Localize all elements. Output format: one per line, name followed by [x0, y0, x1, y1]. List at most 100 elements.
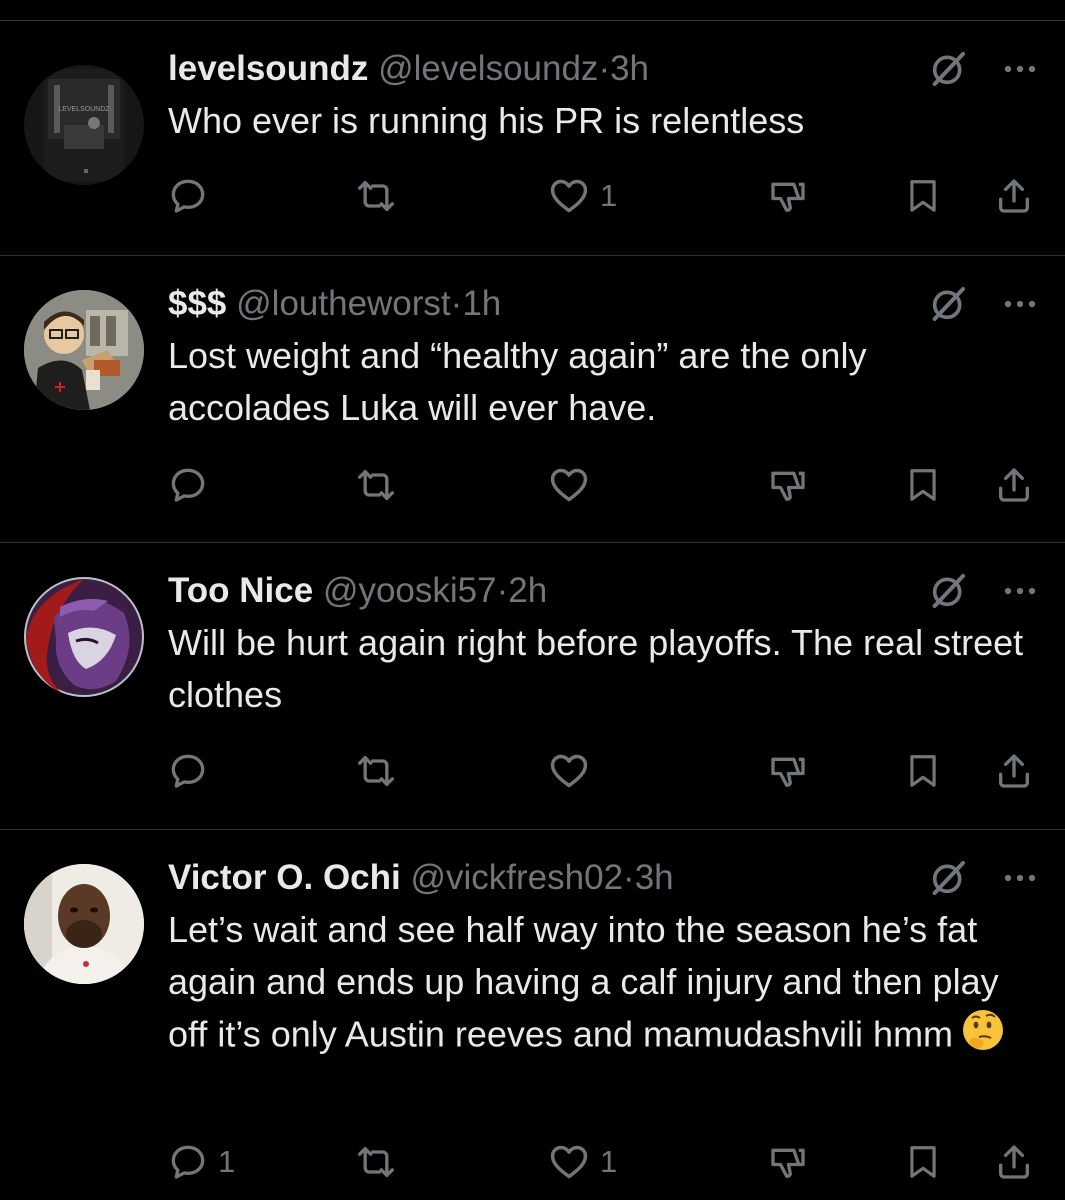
share-button[interactable] — [994, 741, 1034, 801]
tweet-text: Let’s wait and see half way into the sea… — [168, 904, 1038, 1066]
repost-icon — [356, 751, 396, 791]
repost-button[interactable] — [356, 1132, 396, 1192]
bookmark-icon — [904, 177, 942, 215]
tweet[interactable]: Too Nice @yooski57·2h Will be hurt again… — [0, 543, 1065, 829]
share-button[interactable] — [994, 1132, 1034, 1192]
bookmark-button[interactable] — [904, 166, 942, 226]
like-button[interactable]: 1 — [548, 1132, 617, 1192]
tweet-text-body: Let’s wait and see half way into the sea… — [168, 909, 999, 1055]
more-icon[interactable] — [1002, 51, 1038, 87]
repost-button[interactable] — [356, 455, 396, 515]
bookmark-button[interactable] — [904, 1132, 942, 1192]
reply-icon — [168, 465, 208, 505]
reply-button[interactable] — [168, 741, 218, 801]
tweet-header: Too Nice @yooski57·2h — [168, 567, 1038, 615]
repost-icon — [356, 1142, 396, 1182]
display-name[interactable]: Too Nice — [168, 571, 313, 610]
dislike-icon — [768, 176, 808, 216]
display-name[interactable]: $$$ — [168, 284, 226, 323]
display-name[interactable]: Victor O. Ochi — [168, 858, 401, 897]
reply-icon — [168, 751, 208, 791]
avatar[interactable] — [24, 290, 144, 410]
share-icon — [994, 465, 1034, 505]
avatar[interactable]: LEVELSOUNDZ — [24, 65, 144, 185]
tweet-text: Will be hurt again right before playoffs… — [168, 622, 1024, 715]
reply-button[interactable]: 1 — [168, 1132, 235, 1192]
more-icon[interactable] — [1002, 860, 1038, 896]
header-icons — [928, 854, 1038, 902]
avatar[interactable] — [24, 864, 144, 984]
reply-icon — [168, 1142, 208, 1182]
tweet-content: Victor O. Ochi @vickfresh02·3h Let’s wai… — [168, 854, 1038, 1066]
dislike-button[interactable] — [768, 166, 808, 226]
more-icon[interactable] — [1002, 573, 1038, 609]
tweet-actions: 1 — [168, 166, 1038, 226]
repost-button[interactable] — [356, 166, 396, 226]
user-handle[interactable]: @yooski57 — [323, 571, 497, 610]
grok-icon[interactable] — [928, 49, 968, 89]
user-handle[interactable]: @vickfresh02 — [410, 858, 623, 897]
reply-button[interactable] — [168, 455, 218, 515]
tweet-actions — [168, 741, 1038, 801]
share-icon — [994, 751, 1034, 791]
bookmark-button[interactable] — [904, 455, 942, 515]
like-button[interactable] — [548, 455, 600, 515]
dislike-icon — [768, 751, 808, 791]
tweet-content: $$$ @loutheworst·1h Lost weight and “hea… — [168, 280, 1038, 434]
reply-count: 1 — [218, 1144, 236, 1179]
bookmark-icon — [904, 1143, 942, 1181]
avatar-logo-text: LEVELSOUNDZ — [58, 106, 110, 113]
share-button[interactable] — [994, 455, 1034, 515]
dislike-icon — [768, 1142, 808, 1182]
tweet-actions — [168, 455, 1038, 515]
like-button[interactable]: 1 — [548, 166, 617, 226]
like-count: 1 — [600, 1144, 618, 1179]
like-count: 1 — [600, 178, 618, 213]
user-handle[interactable]: @loutheworst — [236, 284, 451, 323]
tweet-header: $$$ @loutheworst·1h — [168, 280, 1038, 328]
tweet-actions: 1 1 — [168, 1132, 1038, 1192]
tweet-text: Lost weight and “healthy again” are the … — [168, 335, 867, 428]
tweet[interactable]: LEVELSOUNDZ levelsoundz @levelsoundz·3h … — [0, 21, 1065, 255]
dislike-button[interactable] — [768, 1132, 808, 1192]
bookmark-button[interactable] — [904, 741, 942, 801]
header-icons — [928, 45, 1038, 93]
timestamp[interactable]: 1h — [462, 284, 501, 323]
separator-dot: · — [623, 858, 635, 897]
tweet-content: levelsoundz @levelsoundz·3h Who ever is … — [168, 45, 1038, 147]
tweet-text: Who ever is running his PR is relentless — [168, 100, 805, 141]
thinking-face-emoji — [961, 1008, 1005, 1066]
tweet[interactable]: Victor O. Ochi @vickfresh02·3h Let’s wai… — [0, 830, 1065, 1200]
reply-feed: LEVELSOUNDZ levelsoundz @levelsoundz·3h … — [0, 0, 1065, 1200]
tweet[interactable]: $$$ @loutheworst·1h Lost weight and “hea… — [0, 256, 1065, 542]
like-icon — [548, 750, 590, 792]
like-button[interactable] — [548, 741, 600, 801]
timestamp[interactable]: 3h — [635, 858, 674, 897]
share-button[interactable] — [994, 166, 1034, 226]
reply-button[interactable] — [168, 166, 218, 226]
tweet-content: Too Nice @yooski57·2h Will be hurt again… — [168, 567, 1038, 721]
grok-icon[interactable] — [928, 284, 968, 324]
user-handle[interactable]: @levelsoundz — [378, 49, 598, 88]
tweet-header: levelsoundz @levelsoundz·3h — [168, 45, 1038, 93]
dislike-button[interactable] — [768, 455, 808, 515]
dislike-button[interactable] — [768, 741, 808, 801]
share-icon — [994, 1142, 1034, 1182]
bookmark-icon — [904, 752, 942, 790]
header-icons — [928, 280, 1038, 328]
grok-icon[interactable] — [928, 858, 968, 898]
repost-button[interactable] — [356, 741, 396, 801]
share-icon — [994, 176, 1034, 216]
timestamp[interactable]: 3h — [610, 49, 649, 88]
like-icon — [548, 464, 590, 506]
dislike-icon — [768, 465, 808, 505]
avatar[interactable] — [24, 577, 144, 697]
timestamp[interactable]: 2h — [508, 571, 547, 610]
grok-icon[interactable] — [928, 571, 968, 611]
like-icon — [548, 175, 590, 217]
more-icon[interactable] — [1002, 286, 1038, 322]
header-icons — [928, 567, 1038, 615]
display-name[interactable]: levelsoundz — [168, 49, 368, 88]
repost-icon — [356, 176, 396, 216]
bookmark-icon — [904, 466, 942, 504]
